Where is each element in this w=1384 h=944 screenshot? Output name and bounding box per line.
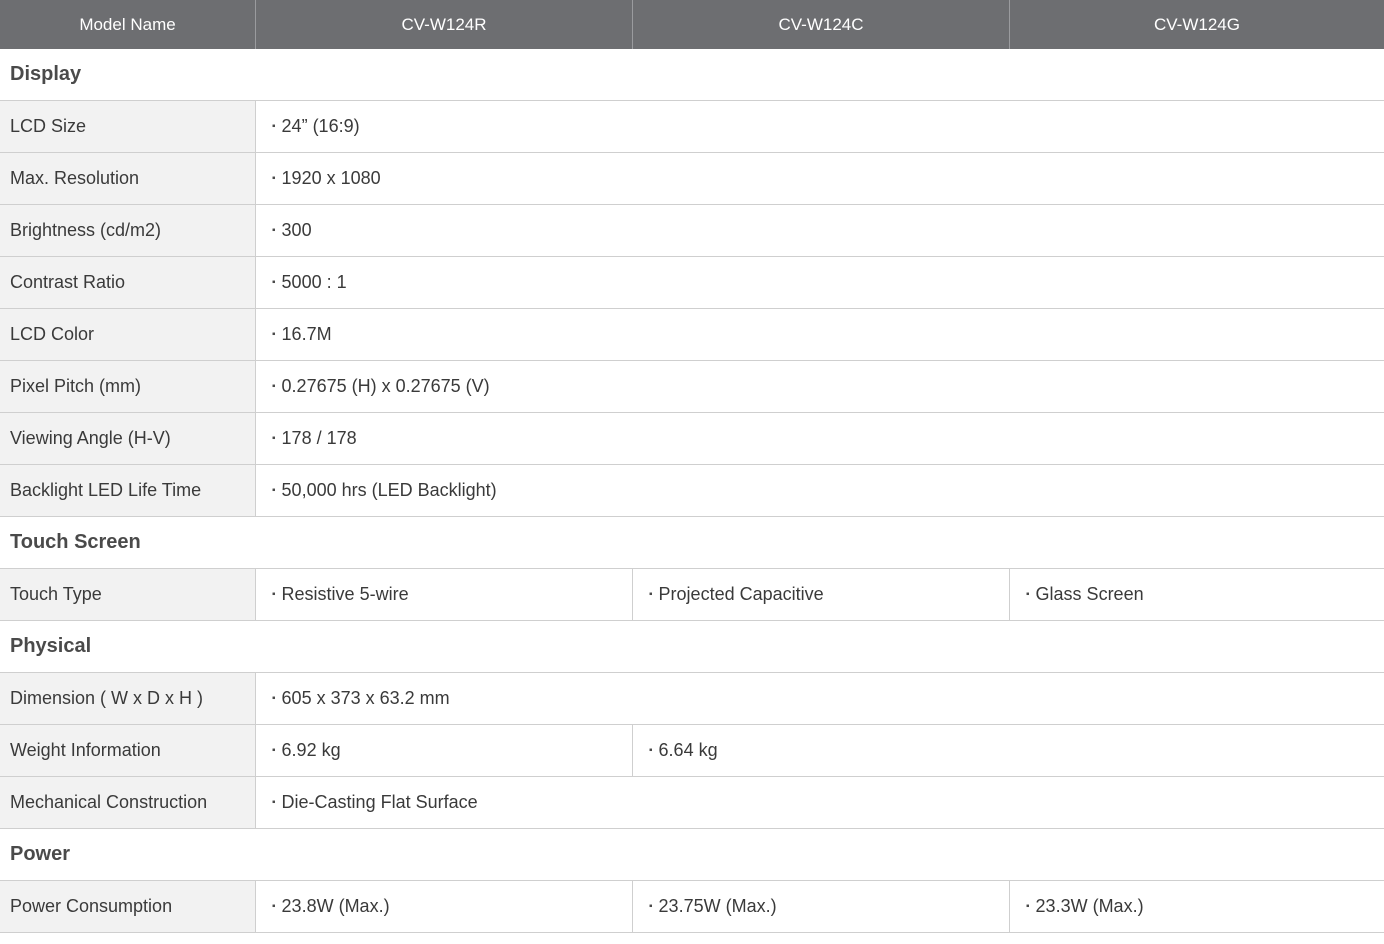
table-row-backlight: Backlight LED Life Time ▪ 50,000 hrs (LE… (0, 465, 1384, 517)
value-text: Projected Capacitive (658, 584, 824, 604)
bullet-icon: ▪ (272, 225, 276, 236)
table-row-brightness: Brightness (cd/m2) ▪ 300 (0, 205, 1384, 257)
header-model-cv-w124r: CV-W124R (256, 0, 633, 49)
bullet-icon: ▪ (649, 589, 653, 600)
value-text: 6.92 kg (281, 740, 341, 760)
row-label: Brightness (cd/m2) (0, 205, 256, 256)
row-label: Viewing Angle (H-V) (0, 413, 256, 464)
row-value: ▪ 5000 : 1 (256, 257, 1384, 308)
value-text: Glass Screen (1035, 584, 1144, 604)
bullet-icon: ▪ (272, 901, 276, 912)
row-label: LCD Size (0, 101, 256, 152)
row-label: Backlight LED Life Time (0, 465, 256, 516)
row-value: ▪ 50,000 hrs (LED Backlight) (256, 465, 1384, 516)
row-value: ▪ 16.7M (256, 309, 1384, 360)
row-value: ▪ 24” (16:9) (256, 101, 1384, 152)
value-text: Die-Casting Flat Surface (281, 792, 478, 812)
bullet-icon: ▪ (272, 693, 276, 704)
bullet-icon: ▪ (1026, 901, 1030, 912)
row-value: ▪ 605 x 373 x 63.2 mm (256, 673, 1384, 724)
row-label: Dimension ( W x D x H ) (0, 673, 256, 724)
row-label: Contrast Ratio (0, 257, 256, 308)
value-text: 6.64 kg (658, 740, 718, 760)
table-row-viewing-angle: Viewing Angle (H-V) ▪ 178 / 178 (0, 413, 1384, 465)
value-text: 23.8W (Max.) (281, 896, 390, 916)
value-text: 23.3W (Max.) (1035, 896, 1144, 916)
section-display: Display (0, 49, 1384, 101)
bullet-icon: ▪ (1026, 589, 1030, 600)
value-text: 0.27675 (H) x 0.27675 (V) (281, 376, 490, 396)
row-value: ▪ 23.75W (Max.) (633, 881, 1010, 932)
section-physical: Physical (0, 621, 1384, 673)
row-value: ▪ Glass Screen (1010, 569, 1384, 620)
section-title: Physical (0, 621, 1384, 672)
value-text: Resistive 5-wire (281, 584, 409, 604)
bullet-icon: ▪ (272, 329, 276, 340)
table-row-weight: Weight Information ▪ 6.92 kg ▪ 6.64 kg (0, 725, 1384, 777)
row-value: ▪ Resistive 5-wire (256, 569, 633, 620)
table-row-max-resolution: Max. Resolution ▪ 1920 x 1080 (0, 153, 1384, 205)
table-row-lcd-size: LCD Size ▪ 24” (16:9) (0, 101, 1384, 153)
row-value: ▪ 6.92 kg (256, 725, 633, 776)
table-row-lcd-color: LCD Color ▪ 16.7M (0, 309, 1384, 361)
row-value: ▪ 1920 x 1080 (256, 153, 1384, 204)
row-value: ▪ 6.64 kg (633, 725, 1384, 776)
table-header-row: Model Name CV-W124R CV-W124C CV-W124G (0, 0, 1384, 49)
header-model-cv-w124g: CV-W124G (1154, 14, 1240, 34)
row-value: ▪ 178 / 178 (256, 413, 1384, 464)
row-value: ▪ Projected Capacitive (633, 569, 1010, 620)
spec-table: Model Name CV-W124R CV-W124C CV-W124G Di… (0, 0, 1384, 933)
section-power: Power (0, 829, 1384, 881)
row-label: Mechanical Construction (0, 777, 256, 828)
section-touch-screen: Touch Screen (0, 517, 1384, 569)
bullet-icon: ▪ (272, 381, 276, 392)
header-model-cv-w124c: CV-W124C (633, 0, 1010, 49)
header-model-name: Model Name (0, 0, 256, 49)
table-row-mechanical: Mechanical Construction ▪ Die-Casting Fl… (0, 777, 1384, 829)
table-row-contrast-ratio: Contrast Ratio ▪ 5000 : 1 (0, 257, 1384, 309)
row-label: Power Consumption (0, 881, 256, 932)
table-row-touch-type: Touch Type ▪ Resistive 5-wire ▪ Projecte… (0, 569, 1384, 621)
value-text: 605 x 373 x 63.2 mm (281, 688, 450, 708)
bullet-icon: ▪ (272, 173, 276, 184)
value-text: 50,000 hrs (LED Backlight) (281, 480, 497, 500)
bullet-icon: ▪ (649, 901, 653, 912)
value-text: 16.7M (281, 324, 332, 344)
row-label: LCD Color (0, 309, 256, 360)
bullet-icon: ▪ (272, 277, 276, 288)
value-text: 24” (16:9) (281, 116, 360, 136)
table-row-power-consumption: Power Consumption ▪ 23.8W (Max.) ▪ 23.75… (0, 881, 1384, 933)
value-text: 178 / 178 (281, 428, 357, 448)
value-text: 1920 x 1080 (281, 168, 381, 188)
bullet-icon: ▪ (272, 745, 276, 756)
section-title: Display (0, 49, 1384, 100)
table-row-dimension: Dimension ( W x D x H ) ▪ 605 x 373 x 63… (0, 673, 1384, 725)
bullet-icon: ▪ (272, 485, 276, 496)
bullet-icon: ▪ (272, 433, 276, 444)
row-label: Touch Type (0, 569, 256, 620)
row-value: ▪ 0.27675 (H) x 0.27675 (V) (256, 361, 1384, 412)
value-text: 23.75W (Max.) (658, 896, 777, 916)
bullet-icon: ▪ (272, 121, 276, 132)
bullet-icon: ▪ (272, 589, 276, 600)
row-label: Weight Information (0, 725, 256, 776)
section-title: Touch Screen (0, 517, 1384, 568)
value-text: 300 (281, 220, 312, 240)
bullet-icon: ▪ (649, 745, 653, 756)
table-row-pixel-pitch: Pixel Pitch (mm) ▪ 0.27675 (H) x 0.27675… (0, 361, 1384, 413)
row-value: ▪ 23.8W (Max.) (256, 881, 633, 932)
section-title: Power (0, 829, 1384, 880)
row-value: ▪ 300 (256, 205, 1384, 256)
row-value: ▪ 23.3W (Max.) (1010, 881, 1384, 932)
row-label: Pixel Pitch (mm) (0, 361, 256, 412)
row-label: Max. Resolution (0, 153, 256, 204)
row-value: ▪ Die-Casting Flat Surface (256, 777, 1384, 828)
value-text: 5000 : 1 (281, 272, 347, 292)
bullet-icon: ▪ (272, 797, 276, 808)
